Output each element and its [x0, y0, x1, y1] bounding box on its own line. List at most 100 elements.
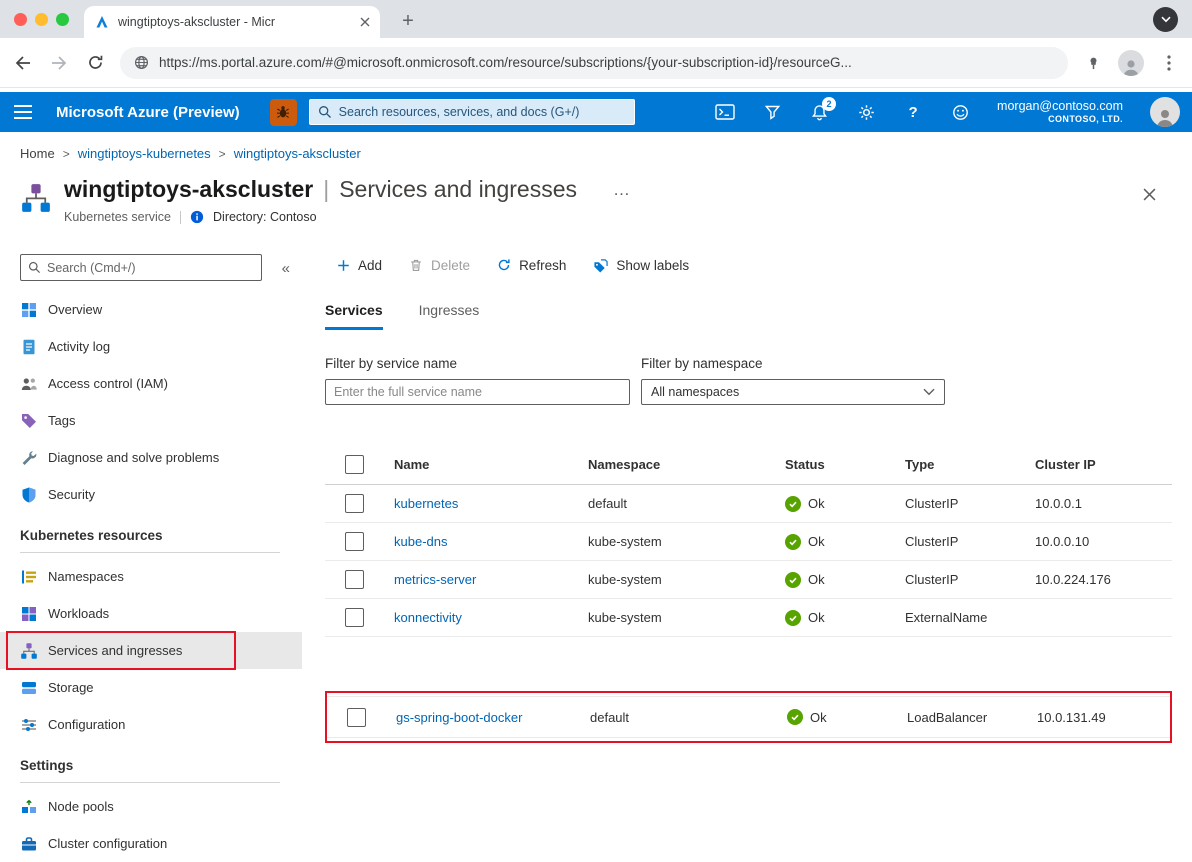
sidebar-item-storage[interactable]: Storage — [0, 669, 302, 706]
user-avatar[interactable] — [1150, 97, 1180, 127]
azure-portal-title[interactable]: Microsoft Azure (Preview) — [56, 104, 240, 121]
breadcrumb-home[interactable]: Home — [20, 146, 55, 161]
tab-search-chevron-icon[interactable] — [1153, 7, 1178, 32]
breadcrumb-separator: > — [219, 147, 226, 161]
service-link[interactable]: kube-dns — [394, 534, 588, 549]
status-ok-icon — [785, 496, 801, 512]
sidebar-item-label: Overview — [48, 302, 102, 317]
show-labels-button[interactable]: Show labels — [593, 258, 689, 273]
service-link[interactable]: kubernetes — [394, 496, 588, 511]
sidebar-item-services-and-ingresses[interactable]: Services and ingresses — [0, 632, 302, 669]
sidebar-item-namespaces[interactable]: Namespaces — [0, 558, 302, 595]
sidebar-item-label: Configuration — [48, 717, 125, 732]
window-minimize-button[interactable] — [35, 13, 48, 26]
settings-gear-icon[interactable] — [856, 102, 876, 122]
new-tab-button[interactable]: + — [394, 7, 422, 35]
sidebar-item-cluster-configuration[interactable]: Cluster configuration — [0, 825, 302, 862]
window-zoom-button[interactable] — [56, 13, 69, 26]
account-menu[interactable]: morgan@contoso.com CONTOSO, LTD. — [997, 99, 1123, 126]
row-checkbox[interactable] — [347, 708, 366, 727]
select-all-checkbox[interactable] — [345, 455, 364, 474]
page-title: wingtiptoys-akscluster — [64, 176, 313, 203]
column-header-type[interactable]: Type — [905, 457, 1035, 472]
user-email: morgan@contoso.com — [997, 99, 1123, 115]
service-name-filter-input[interactable] — [325, 379, 630, 405]
sidebar-item-workloads[interactable]: Workloads — [0, 595, 302, 632]
sidebar-item-label: Access control (IAM) — [48, 376, 168, 391]
row-checkbox[interactable] — [345, 532, 364, 551]
add-button[interactable]: Add — [337, 258, 382, 273]
browser-menu-kebab-icon[interactable] — [1158, 52, 1180, 74]
title-separator: | — [323, 176, 329, 203]
browser-profile-avatar[interactable] — [1118, 50, 1144, 76]
hamburger-menu-icon[interactable] — [14, 105, 32, 119]
sidebar-item-configuration[interactable]: Configuration — [0, 706, 302, 743]
sidebar-item-tags[interactable]: Tags — [0, 402, 302, 439]
services-table: Name Namespace Status Type Cluster IP ku… — [325, 445, 1172, 743]
debug-bug-icon[interactable] — [270, 99, 297, 126]
cell-cluster-ip: 10.0.0.10 — [1035, 534, 1172, 549]
close-blade-icon[interactable] — [1139, 184, 1160, 205]
service-link[interactable]: gs-spring-boot-docker — [396, 710, 590, 725]
row-checkbox[interactable] — [345, 494, 364, 513]
column-header-name[interactable]: Name — [394, 457, 588, 472]
more-commands-button[interactable]: … — [613, 180, 632, 200]
notifications-bell-icon[interactable]: 2 — [809, 102, 829, 122]
sidebar-item-overview[interactable]: Overview — [0, 291, 302, 328]
address-bar[interactable]: https://ms.portal.azure.com/#@microsoft.… — [120, 47, 1068, 79]
refresh-button[interactable]: Refresh — [497, 258, 566, 273]
feedback-smiley-icon[interactable] — [950, 102, 970, 122]
breadcrumb-kubernetes[interactable]: wingtiptoys-kubernetes — [78, 146, 211, 161]
column-header-status[interactable]: Status — [785, 457, 905, 472]
wrench-icon — [20, 449, 38, 467]
meta-divider — [180, 211, 181, 224]
sidebar-item-activity-log[interactable]: Activity log — [0, 328, 302, 365]
namespace-dropdown[interactable]: All namespaces — [641, 379, 945, 405]
browser-tab[interactable]: wingtiptoys-akscluster - Micr — [84, 6, 380, 38]
tab-services[interactable]: Services — [325, 302, 383, 330]
site-security-globe-icon[interactable] — [134, 55, 149, 70]
sidebar-item-label: Activity log — [48, 339, 110, 354]
reload-icon[interactable] — [84, 52, 106, 74]
forward-icon[interactable] — [48, 52, 70, 74]
user-organization: CONTOSO, LTD. — [997, 114, 1123, 125]
column-header-namespace[interactable]: Namespace — [588, 457, 785, 472]
breadcrumb-akscluster[interactable]: wingtiptoys-akscluster — [234, 146, 361, 161]
service-link[interactable]: metrics-server — [394, 572, 588, 587]
sidebar-collapse-icon[interactable]: « — [282, 260, 290, 277]
activity-log-icon — [20, 338, 38, 356]
sidebar-item-security[interactable]: Security — [0, 476, 302, 513]
back-icon[interactable] — [12, 52, 34, 74]
tab-title: wingtiptoys-akscluster - Micr — [118, 15, 352, 29]
pin-icon[interactable] — [1082, 52, 1104, 74]
tab-close-icon[interactable] — [360, 17, 370, 27]
browser-tab-strip: wingtiptoys-akscluster - Micr + — [0, 0, 1192, 38]
azure-top-bar: Microsoft Azure (Preview) 2 ? morgan@con… — [0, 92, 1192, 132]
sidebar-item-diagnose[interactable]: Diagnose and solve problems — [0, 439, 302, 476]
sidebar-item-label: Security — [48, 487, 95, 502]
window-controls — [14, 13, 69, 26]
directory-filter-icon[interactable] — [762, 102, 782, 122]
table-row: konnectivity kube-system Ok ExternalName — [325, 599, 1172, 637]
cell-type: ExternalName — [905, 610, 1035, 625]
column-header-cluster-ip[interactable]: Cluster IP — [1035, 457, 1172, 472]
sidebar-search-box[interactable] — [20, 254, 262, 281]
sidebar-search-input[interactable] — [47, 261, 254, 275]
service-link[interactable]: konnectivity — [394, 610, 588, 625]
iam-people-icon — [20, 375, 38, 393]
sidebar-item-label: Tags — [48, 413, 75, 428]
help-icon[interactable]: ? — [903, 102, 923, 122]
delete-button[interactable]: Delete — [409, 258, 470, 273]
window-close-button[interactable] — [14, 13, 27, 26]
tab-ingresses[interactable]: Ingresses — [419, 302, 480, 330]
sidebar-item-node-pools[interactable]: Node pools — [0, 788, 302, 825]
sidebar-item-label: Cluster configuration — [48, 836, 167, 851]
cell-namespace: kube-system — [588, 572, 785, 587]
global-search-input[interactable] — [339, 105, 626, 119]
cloud-shell-icon[interactable] — [715, 102, 735, 122]
sidebar-item-access-control[interactable]: Access control (IAM) — [0, 365, 302, 402]
row-checkbox[interactable] — [345, 570, 364, 589]
global-search-box[interactable] — [309, 99, 635, 125]
azure-favicon — [94, 14, 110, 30]
row-checkbox[interactable] — [345, 608, 364, 627]
